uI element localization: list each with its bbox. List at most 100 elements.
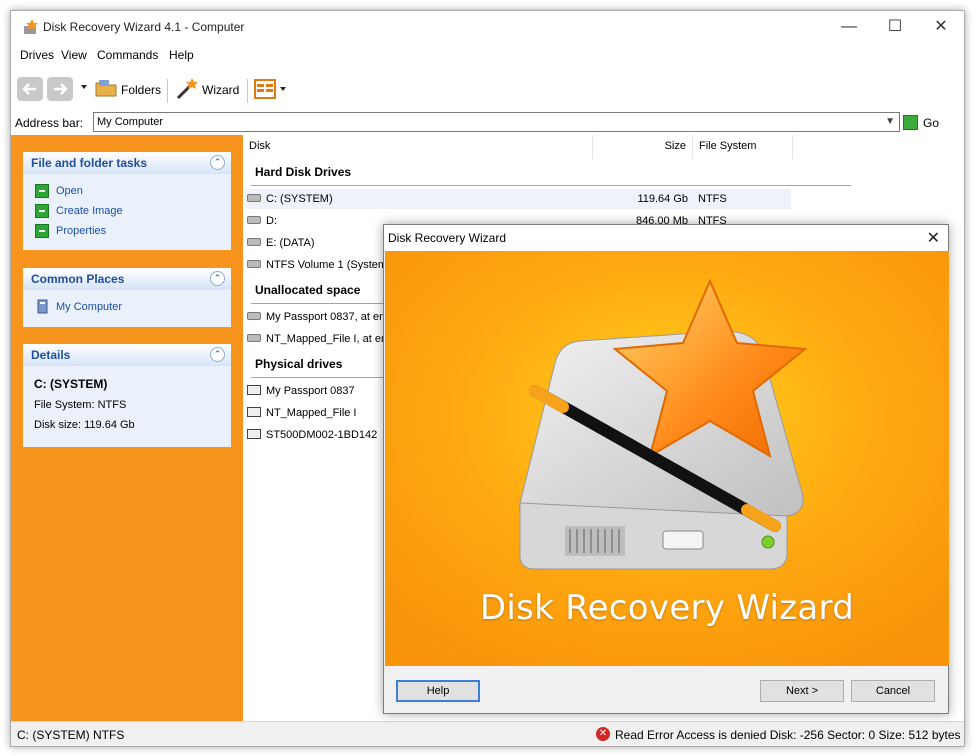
section-title: File and folder tasks bbox=[31, 156, 148, 170]
dialog-title: Disk Recovery Wizard bbox=[388, 231, 507, 245]
banner-title: Disk Recovery Wizard bbox=[479, 588, 855, 628]
section-header[interactable]: Common Places ⌃ bbox=[23, 268, 231, 290]
column-file-system[interactable]: File System bbox=[693, 135, 793, 159]
place-label: My Computer bbox=[56, 301, 123, 313]
address-value: My Computer bbox=[97, 116, 164, 128]
column-label: Disk bbox=[249, 140, 271, 152]
group-divider bbox=[251, 185, 851, 186]
go-button[interactable]: Go bbox=[923, 116, 939, 130]
drive-icon bbox=[247, 194, 261, 202]
section-title: Common Places bbox=[31, 272, 125, 286]
drive-icon bbox=[247, 216, 261, 224]
drive-row[interactable]: C: (SYSTEM) 119.64 Gb NTFS bbox=[245, 189, 791, 209]
column-size[interactable]: Size bbox=[593, 135, 693, 159]
folders-label: Folders bbox=[121, 83, 162, 97]
minimize-button[interactable]: — bbox=[826, 11, 872, 43]
drive-name: D: bbox=[266, 215, 277, 227]
arrow-right-icon bbox=[35, 204, 49, 218]
app-wand-icon bbox=[24, 19, 38, 34]
section-header[interactable]: Details ⌃ bbox=[23, 344, 231, 366]
close-button[interactable]: ✕ bbox=[918, 11, 964, 43]
toolbar: Folders Wizard bbox=[11, 71, 964, 109]
details-file-system: File System: NTFS bbox=[34, 399, 127, 411]
hard-drive-icon bbox=[247, 407, 261, 417]
forward-button[interactable] bbox=[47, 77, 73, 101]
toolbar-separator bbox=[247, 79, 248, 103]
view-layout-icon bbox=[254, 79, 276, 99]
history-dropdown[interactable] bbox=[81, 85, 87, 89]
collapse-icon[interactable]: ⌃ bbox=[210, 155, 225, 170]
hard-drive-icon bbox=[247, 429, 261, 439]
view-dropdown-icon bbox=[280, 87, 286, 91]
details-section: Details ⌃ C: (SYSTEM) File System: NTFS … bbox=[23, 344, 231, 447]
chevron-down-icon[interactable]: ▼ bbox=[885, 116, 895, 127]
column-label: File System bbox=[699, 140, 757, 152]
title-bar: Disk Recovery Wizard 4.1 - Computer — ☐ … bbox=[11, 11, 964, 43]
drive-name: NTFS Volume 1 (System R bbox=[266, 259, 399, 271]
drive-name: My Passport 0837, at end bbox=[266, 311, 392, 323]
back-arrow-icon bbox=[22, 83, 36, 95]
status-error: Read Error Access is denied Disk: -256 S… bbox=[615, 728, 961, 742]
menu-drives[interactable]: Drives bbox=[20, 48, 54, 62]
maximize-button[interactable]: ☐ bbox=[872, 11, 918, 43]
task-label: Create Image bbox=[56, 205, 123, 217]
group-physical-drives: Physical drives bbox=[255, 357, 343, 371]
help-button[interactable]: Help bbox=[396, 680, 480, 702]
error-icon: ✕ bbox=[596, 727, 610, 741]
drive-name: C: (SYSTEM) bbox=[266, 193, 333, 205]
drive-name: NT_Mapped_File I bbox=[266, 407, 357, 419]
toolbar-separator bbox=[167, 79, 168, 103]
column-disk[interactable]: Disk bbox=[243, 135, 593, 159]
task-label: Open bbox=[56, 185, 83, 197]
menu-view[interactable]: View bbox=[61, 48, 87, 62]
cancel-button[interactable]: Cancel bbox=[851, 680, 935, 702]
folders-button[interactable]: Folders bbox=[93, 75, 163, 103]
hard-drive-icon bbox=[247, 385, 261, 395]
address-label: Address bar: bbox=[15, 116, 84, 130]
wizard-label: Wizard bbox=[202, 83, 240, 97]
dialog-close-button[interactable]: ✕ bbox=[927, 228, 940, 248]
drive-icon bbox=[247, 260, 261, 268]
go-arrow-icon[interactable] bbox=[903, 115, 918, 130]
section-header[interactable]: File and folder tasks ⌃ bbox=[23, 152, 231, 174]
magic-wand-icon bbox=[176, 78, 198, 100]
folder-icon bbox=[95, 80, 117, 97]
drive-name: NT_Mapped_File I, at end bbox=[266, 333, 394, 345]
collapse-icon[interactable]: ⌃ bbox=[210, 271, 225, 286]
group-hard-disk-drives: Hard Disk Drives bbox=[255, 165, 352, 179]
computer-icon bbox=[37, 299, 48, 314]
address-input[interactable]: My Computer ▼ bbox=[93, 112, 900, 132]
next-button[interactable]: Next > bbox=[760, 680, 844, 702]
wizard-button[interactable]: Wizard bbox=[173, 75, 243, 103]
drive-name: My Passport 0837 bbox=[266, 385, 355, 397]
wizard-banner: Disk Recovery Wizard bbox=[385, 251, 949, 666]
arrow-right-icon bbox=[35, 184, 49, 198]
collapse-icon[interactable]: ⌃ bbox=[210, 347, 225, 362]
menu-commands[interactable]: Commands bbox=[97, 48, 158, 62]
drive-fs: NTFS bbox=[698, 193, 727, 205]
details-name: C: (SYSTEM) bbox=[34, 377, 108, 391]
menu-bar: Drives View Commands Help bbox=[11, 45, 964, 67]
task-label: Properties bbox=[56, 225, 107, 237]
details-disk-size: Disk size: 119.64 Gb bbox=[34, 419, 135, 431]
dialog-title-bar: Disk Recovery Wizard ✕ bbox=[384, 225, 948, 251]
menu-help[interactable]: Help bbox=[169, 48, 194, 62]
drive-icon bbox=[247, 334, 261, 342]
section-title: Details bbox=[31, 348, 71, 362]
drive-size: 119.64 Gb bbox=[637, 193, 688, 205]
window-title: Disk Recovery Wizard 4.1 - Computer bbox=[43, 20, 245, 34]
wizard-dialog: Disk Recovery Wizard ✕ Disk Recovery Wiz… bbox=[383, 224, 949, 714]
task-panel: File and folder tasks ⌃ Open Create Imag… bbox=[11, 135, 243, 721]
view-mode-button[interactable] bbox=[253, 75, 289, 103]
status-bar: C: (SYSTEM) NTFS ✕ Read Error Access is … bbox=[11, 721, 964, 746]
common-places-section: Common Places ⌃ My Computer bbox=[23, 268, 231, 327]
column-label: Size bbox=[664, 140, 686, 152]
drive-name: E: (DATA) bbox=[266, 237, 315, 249]
address-bar: Address bar: My Computer ▼ Go bbox=[11, 111, 964, 135]
group-unallocated-space: Unallocated space bbox=[255, 283, 361, 297]
forward-arrow-icon bbox=[54, 83, 68, 95]
arrow-right-icon bbox=[35, 224, 49, 238]
back-button[interactable] bbox=[17, 77, 43, 101]
file-folder-tasks-section: File and folder tasks ⌃ Open Create Imag… bbox=[23, 152, 231, 250]
drive-icon bbox=[247, 238, 261, 246]
